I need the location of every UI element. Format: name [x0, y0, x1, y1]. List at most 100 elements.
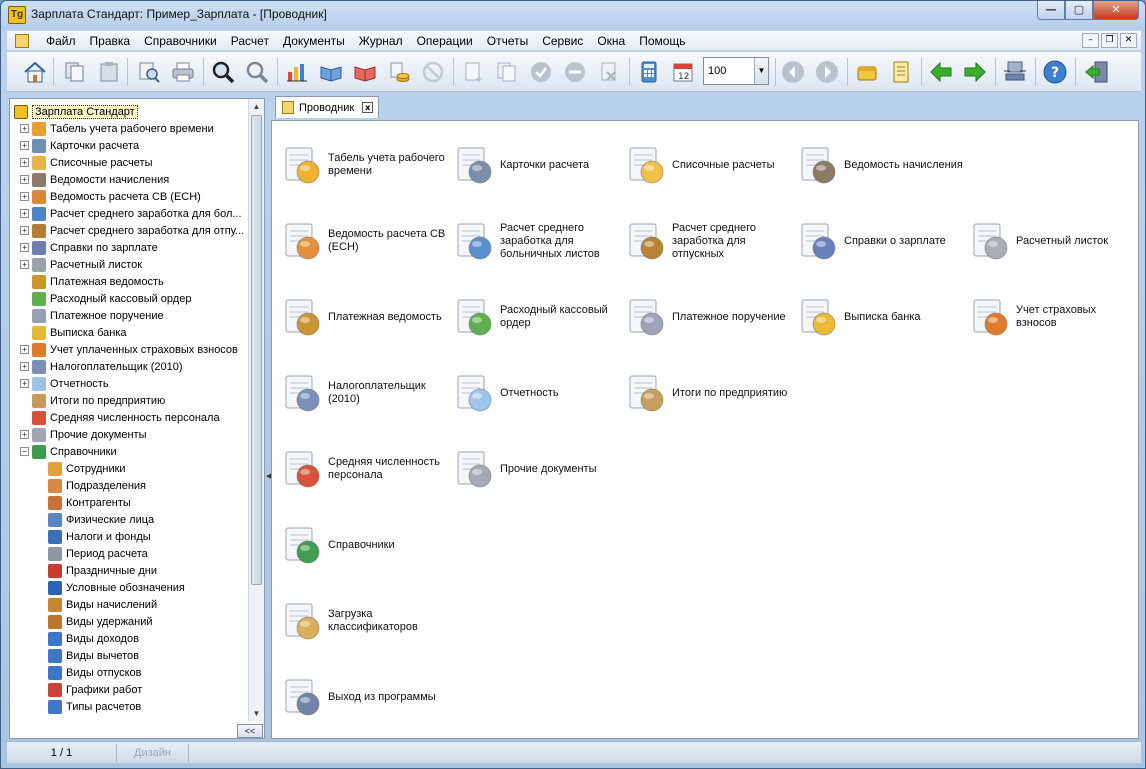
expand-icon[interactable]: +	[20, 192, 29, 201]
expand-icon[interactable]: +	[20, 209, 29, 218]
printer-icon[interactable]	[169, 58, 197, 86]
tree-item[interactable]: + Учет уплаченных страховых взносов	[20, 341, 238, 358]
expand-icon[interactable]: +	[20, 226, 29, 235]
maximize-button[interactable]: ▢	[1065, 1, 1093, 20]
chevron-down-icon[interactable]: ▼	[754, 58, 768, 84]
home-icon[interactable]	[21, 58, 49, 86]
tree-item[interactable]: Налоги и фонды	[36, 528, 151, 545]
explorer-item-sick-avg[interactable]: Расчет среднего заработка для больничных…	[450, 216, 620, 266]
tree-item[interactable]: + Списочные расчеты	[20, 154, 152, 171]
explorer-item-vacation-avg[interactable]: Расчет среднего заработка для отпускных	[622, 216, 792, 266]
new-doc-icon[interactable]: +	[459, 58, 487, 86]
explorer-item-refs[interactable]: Справочники	[278, 520, 448, 570]
menu-item-10[interactable]: Помощь	[632, 34, 692, 48]
mdi-close-button[interactable]: ✕	[1120, 33, 1137, 48]
menu-item-2[interactable]: Справочники	[137, 34, 224, 48]
minus-icon[interactable]	[561, 58, 589, 86]
tree-item[interactable]: + Расчет среднего заработка для бол...	[20, 205, 242, 222]
cancel-disabled-icon[interactable]	[419, 58, 447, 86]
forward-circle-icon[interactable]	[813, 58, 841, 86]
collapse-panel-button[interactable]: <<	[237, 724, 263, 738]
expand-icon[interactable]: +	[20, 158, 29, 167]
tree-item[interactable]: Выписка банка	[20, 324, 126, 341]
coins-icon[interactable]	[385, 58, 413, 86]
explorer-item-reporting[interactable]: Отчетность	[450, 368, 620, 418]
tree-item[interactable]: + Табель учета рабочего времени	[20, 120, 214, 137]
tree-item[interactable]: Платежная ведомость	[20, 273, 164, 290]
menu-item-1[interactable]: Правка	[83, 34, 138, 48]
collapse-icon[interactable]: −	[20, 447, 29, 456]
expand-icon[interactable]: +	[20, 260, 29, 269]
copy-doc-icon[interactable]	[61, 58, 89, 86]
tree-item[interactable]: + Отчетность	[20, 375, 109, 392]
explorer-item-headcount[interactable]: Средняя численность персонала	[278, 444, 448, 494]
explorer-item-accrual-sheet[interactable]: Ведомость начисления	[794, 140, 964, 190]
scroll-up-icon[interactable]: ▲	[249, 99, 264, 114]
scroll-down-icon[interactable]: ▼	[249, 706, 264, 721]
tree-item[interactable]: − Справочники	[20, 443, 117, 460]
expand-icon[interactable]: +	[20, 175, 29, 184]
tree-item[interactable]: Графики работ	[36, 681, 142, 698]
expand-icon[interactable]: +	[20, 430, 29, 439]
menu-item-0[interactable]: Файл	[39, 34, 83, 48]
tree-item[interactable]: Расходный кассовый ордер	[20, 290, 191, 307]
tree-root[interactable]: Зарплата Стандарт	[14, 103, 138, 120]
tree-item[interactable]: Типы расчетов	[36, 698, 141, 715]
minimize-button[interactable]: —	[1037, 1, 1065, 20]
tree-item[interactable]: Средняя численность персонала	[20, 409, 220, 426]
paste-doc-icon[interactable]	[95, 58, 123, 86]
tree-item[interactable]: + Ведомости начисления	[20, 171, 169, 188]
explorer-item-payslip[interactable]: Расчетный листок	[966, 216, 1136, 266]
tree-item[interactable]: Контрагенты	[36, 494, 131, 511]
tree-item[interactable]: + Прочие документы	[20, 426, 147, 443]
explorer-item-taxpayer[interactable]: Налогоплательщик (2010)	[278, 368, 448, 418]
chart-report-icon[interactable]	[283, 58, 311, 86]
explorer-item-salary-cert[interactable]: Справки о зарплате	[794, 216, 964, 266]
explorer-item-cash-order[interactable]: Расходный кассовый ордер	[450, 292, 620, 342]
check-icon[interactable]	[527, 58, 555, 86]
calendar-icon[interactable]: 12	[669, 58, 697, 86]
exit-icon[interactable]	[1083, 58, 1111, 86]
menu-item-3[interactable]: Расчет	[224, 34, 276, 48]
menu-item-6[interactable]: Операции	[410, 34, 480, 48]
menu-item-5[interactable]: Журнал	[352, 34, 410, 48]
tree-item[interactable]: + Ведомость расчета СВ (ЕСН)	[20, 188, 201, 205]
tree-item[interactable]: + Налогоплательщик (2010)	[20, 358, 183, 375]
tree-item[interactable]: Сотрудники	[36, 460, 126, 477]
menu-item-8[interactable]: Сервис	[535, 34, 590, 48]
tree-item[interactable]: Период расчета	[36, 545, 148, 562]
close-tab-icon[interactable]: x	[362, 102, 374, 113]
search-icon[interactable]	[209, 58, 237, 86]
tree-item[interactable]: Праздничные дни	[36, 562, 157, 579]
explorer-item-totals[interactable]: Итоги по предприятию	[622, 368, 792, 418]
tree-scrollbar[interactable]: ▲ ▼	[248, 99, 264, 721]
title-bar[interactable]: Tg Зарплата Стандарт: Пример_Зарплата - …	[1, 1, 1145, 29]
tree-item[interactable]: Виды отпусков	[36, 664, 142, 681]
network-sync-icon[interactable]	[1001, 58, 1029, 86]
tree-item[interactable]: + Справки по зарплате	[20, 239, 158, 256]
explorer-item-insurance[interactable]: Учет страховых взносов	[966, 292, 1136, 342]
tree-item[interactable]: Платежное поручение	[20, 307, 164, 324]
tree-item[interactable]: Подразделения	[36, 477, 146, 494]
explorer-item-list-calc[interactable]: Списочные расчеты	[622, 140, 792, 190]
tree-item[interactable]: Виды начислений	[36, 596, 157, 613]
arrow-left-icon[interactable]	[927, 58, 955, 86]
help-icon[interactable]: ?	[1041, 58, 1069, 86]
explorer-item-pay-order[interactable]: Платежное поручение	[622, 292, 792, 342]
tree-item[interactable]: Виды доходов	[36, 630, 139, 647]
red-book-icon[interactable]	[351, 58, 379, 86]
yellow-box-icon[interactable]	[853, 58, 881, 86]
tree-item[interactable]: + Расчет среднего заработка для отпу...	[20, 222, 244, 239]
mdi-minimize-button[interactable]: –	[1082, 33, 1099, 48]
blue-book-icon[interactable]	[317, 58, 345, 86]
expand-icon[interactable]: +	[20, 243, 29, 252]
menu-item-7[interactable]: Отчеты	[480, 34, 535, 48]
tree-item[interactable]: + Расчетный листок	[20, 256, 142, 273]
calculator-icon[interactable]	[635, 58, 663, 86]
tree-item[interactable]: Виды удержаний	[36, 613, 153, 630]
print-preview-icon[interactable]	[135, 58, 163, 86]
tree-item[interactable]: Условные обозначения	[36, 579, 185, 596]
arrow-right-icon[interactable]	[961, 58, 989, 86]
notepad-icon[interactable]	[887, 58, 915, 86]
expand-icon[interactable]: +	[20, 379, 29, 388]
